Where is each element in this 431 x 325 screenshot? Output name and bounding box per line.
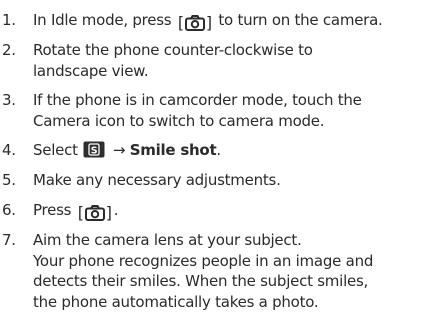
arrow-symbol: → [112,141,126,159]
step-text: Rotate the phone counter-clockwise to la… [33,40,428,81]
step-text-line: detects their smiles. When the subject s… [33,272,369,290]
step-text: Make any necessary adjustments. [33,170,428,191]
step-text-before: Press [33,201,72,219]
step-number: 6. [2,201,16,219]
step-number: 3. [2,91,16,109]
step-number: 4. [2,141,16,159]
step-text: Press [ ] . [33,200,428,221]
step-text-line: Rotate the phone counter-clockwise to [33,41,313,59]
step-text-line: Camera icon to switch to camera mode. [33,111,325,130]
bracket-close: ] [205,13,212,32]
step-text-before: In Idle mode, press [33,11,172,29]
step-number: 2. [2,41,16,59]
step-number: 1. [2,11,16,29]
shooting-mode-icon: S [83,141,105,158]
step-text: Aim the camera lens at your subject. You… [33,230,428,312]
bracket-open: [ [177,13,184,32]
camera-key: [ ] [78,205,112,221]
bracket-close: ] [105,203,112,222]
step-text-after: . [113,201,119,219]
step-text: If the phone is in camcorder mode, touch… [33,90,428,131]
menu-option-smile-shot: Smile shot [129,141,217,159]
step-number: 7. [2,231,16,249]
step-text-line: Aim the camera lens at your subject. [33,231,302,249]
camera-key-icon [184,15,205,31]
step-text-before: Select [33,141,78,159]
shooting-mode-icon-letter: S [91,145,98,156]
step-text: Select S → Smile shot. [33,140,428,161]
step-number: 5. [2,171,16,189]
camera-key-icon [84,205,105,221]
step-text: In Idle mode, press [ ] to turn on the c… [33,10,428,31]
step-text-line: landscape view. [33,61,149,80]
step-text-after: . [216,141,221,159]
step-text-line: Make any necessary adjustments. [33,171,281,189]
step-text-line: the phone automatically takes a photo. [33,292,319,311]
camera-key: [ ] [178,15,212,31]
step-text-after: to turn on the camera. [218,11,383,29]
bracket-open: [ [77,203,84,222]
step-text-line: Your phone recognizes people in an image… [33,251,374,270]
step-text-line: If the phone is in camcorder mode, touch… [33,91,362,109]
